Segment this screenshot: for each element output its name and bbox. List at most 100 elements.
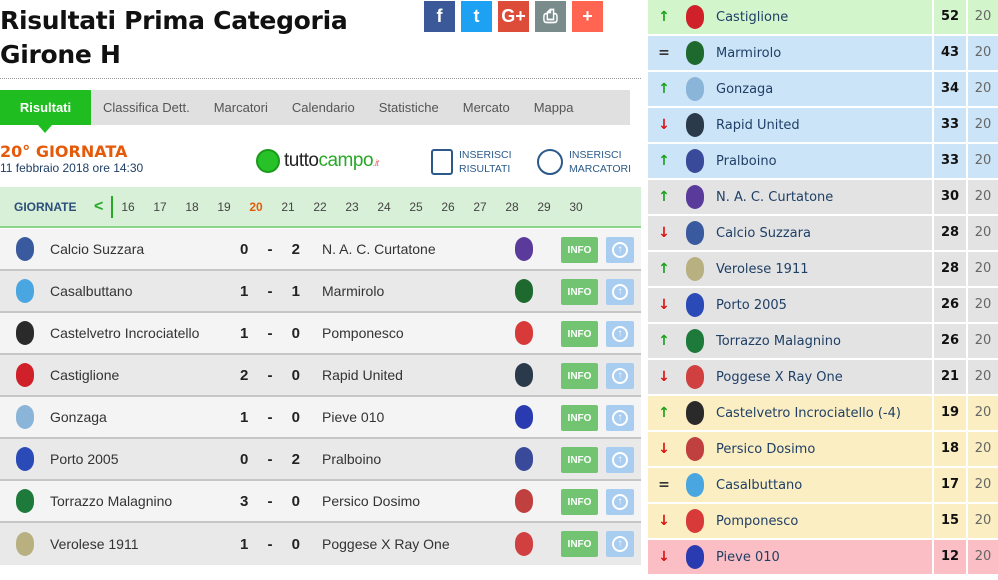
round-number[interactable]: 27	[473, 200, 505, 214]
tab-risultati[interactable]: Risultati	[0, 90, 91, 133]
round-number[interactable]: 17	[153, 200, 185, 214]
team-name[interactable]: Gonzaga	[716, 82, 773, 97]
tab-calendario[interactable]: Calendario	[280, 90, 367, 125]
round-number[interactable]: 28	[505, 200, 537, 214]
round-number[interactable]: 25	[409, 200, 441, 214]
info-button[interactable]: INFO	[561, 531, 598, 557]
team-name[interactable]: Castelvetro Incrociatello (-4)	[716, 406, 901, 421]
standings-row[interactable]: ↓ Pomponesco 15 20	[648, 504, 998, 538]
team-name[interactable]: Pieve 010	[716, 550, 780, 565]
tab-mercato[interactable]: Mercato	[451, 90, 522, 125]
team-crest-icon	[515, 363, 533, 387]
twitter-share-button[interactable]: t	[461, 1, 492, 32]
round-number[interactable]: 23	[345, 200, 377, 214]
expand-button[interactable]: ↑	[606, 321, 634, 347]
info-button[interactable]: INFO	[561, 447, 598, 473]
away-team[interactable]: Persico Dosimo	[322, 493, 420, 509]
standings-row[interactable]: ↓ Persico Dosimo 18 20	[648, 432, 998, 466]
team-name[interactable]: Verolese 1911	[716, 262, 809, 277]
tab-mappa[interactable]: Mappa	[522, 90, 586, 125]
team-name[interactable]: Poggese X Ray One	[716, 370, 843, 385]
standings-row[interactable]: = Marmirolo 43 20	[648, 36, 998, 70]
info-button[interactable]: INFO	[561, 489, 598, 515]
team-name[interactable]: Torrazzo Malagnino	[716, 334, 841, 349]
expand-button[interactable]: ↑	[606, 405, 634, 431]
round-number[interactable]: 19	[217, 200, 249, 214]
away-team[interactable]: Poggese X Ray One	[322, 536, 450, 552]
team-name[interactable]: Castiglione	[716, 10, 788, 25]
standings-row[interactable]: ↑ Castelvetro Incrociatello (-4) 19 20	[648, 396, 998, 430]
away-team[interactable]: Pralboino	[322, 451, 381, 467]
chevron-left-icon[interactable]: <	[94, 198, 103, 216]
info-button[interactable]: INFO	[561, 321, 598, 347]
round-number[interactable]: 21	[281, 200, 313, 214]
standings-row[interactable]: ↑ Torrazzo Malagnino 26 20	[648, 324, 998, 358]
away-team[interactable]: Marmirolo	[322, 283, 384, 299]
home-team[interactable]: Verolese 1911	[50, 536, 138, 552]
round-number[interactable]: 26	[441, 200, 473, 214]
away-team[interactable]: Pomponesco	[322, 325, 404, 341]
team-name[interactable]: N. A. C. Curtatone	[716, 190, 833, 205]
team-name[interactable]: Porto 2005	[716, 298, 787, 313]
facebook-share-button[interactable]: f	[424, 1, 455, 32]
standings-row[interactable]: ↓ Rapid United 33 20	[648, 108, 998, 142]
home-team[interactable]: Castelvetro Incrociatello	[50, 325, 199, 341]
round-number[interactable]: 16	[121, 200, 153, 214]
arrow-up-circle-icon: ↑	[612, 368, 628, 384]
info-button[interactable]: INFO	[561, 405, 598, 431]
expand-button[interactable]: ↑	[606, 279, 634, 305]
away-team[interactable]: N. A. C. Curtatone	[322, 241, 436, 257]
team-name[interactable]: Rapid United	[716, 118, 800, 133]
tab-marcatori[interactable]: Marcatori	[202, 90, 280, 125]
tab-classifica-dett[interactable]: Classifica Dett.	[91, 90, 202, 125]
tab-statistiche[interactable]: Statistiche	[367, 90, 451, 125]
home-team[interactable]: Castiglione	[50, 367, 119, 383]
info-button[interactable]: INFO	[561, 363, 598, 389]
standings-row[interactable]: ↑ Verolese 1911 28 20	[648, 252, 998, 286]
team-name[interactable]: Pralboino	[716, 154, 777, 169]
team-name[interactable]: Calcio Suzzara	[716, 226, 811, 241]
round-number[interactable]: 30	[569, 200, 601, 214]
info-button[interactable]: INFO	[561, 237, 598, 263]
away-team[interactable]: Rapid United	[322, 367, 403, 383]
round-number[interactable]: 18	[185, 200, 217, 214]
standings-row[interactable]: ↑ Pralboino 33 20	[648, 144, 998, 178]
round-header: 20° GIORNATA 11 febbraio 2018 ore 14:30	[0, 143, 143, 176]
expand-button[interactable]: ↑	[606, 363, 634, 389]
expand-button[interactable]: ↑	[606, 237, 634, 263]
standings-row[interactable]: ↓ Poggese X Ray One 21 20	[648, 360, 998, 394]
round-number[interactable]: 29	[537, 200, 569, 214]
expand-button[interactable]: ↑	[606, 447, 634, 473]
home-team[interactable]: Gonzaga	[50, 409, 107, 425]
round-number[interactable]: 24	[377, 200, 409, 214]
team-name[interactable]: Casalbuttano	[716, 478, 802, 493]
team-name[interactable]: Pomponesco	[716, 514, 798, 529]
standings-row[interactable]: ↓ Calcio Suzzara 28 20	[648, 216, 998, 250]
round-number[interactable]: 20	[249, 200, 281, 214]
print-share-button[interactable]: ⎙	[535, 1, 566, 32]
home-team[interactable]: Casalbuttano	[50, 283, 133, 299]
standings-row[interactable]: ↓ Porto 2005 26 20	[648, 288, 998, 322]
home-team[interactable]: Calcio Suzzara	[50, 241, 144, 257]
twitter-icon: t	[473, 6, 480, 26]
team-name[interactable]: Persico Dosimo	[716, 442, 815, 457]
away-team[interactable]: Pieve 010	[322, 409, 384, 425]
more-plus-share-button[interactable]: +	[572, 1, 603, 32]
home-team[interactable]: Porto 2005	[50, 451, 119, 467]
home-team[interactable]: Torrazzo Malagnino	[50, 493, 172, 509]
team-name[interactable]: Marmirolo	[716, 46, 781, 61]
standings-row[interactable]: = Casalbuttano 17 20	[648, 468, 998, 502]
insert-results-link[interactable]: INSERISCI RISULTATI	[431, 148, 512, 176]
standings-row[interactable]: ↑ N. A. C. Curtatone 30 20	[648, 180, 998, 214]
tuttocampo-logo[interactable]: tuttocampo.it	[256, 149, 379, 173]
round-number[interactable]: 22	[313, 200, 345, 214]
standings-row[interactable]: ↓ Pieve 010 12 20	[648, 540, 998, 574]
insert-scorers-link[interactable]: INSERISCI MARCATORI	[537, 148, 631, 176]
standings-row[interactable]: ↑ Castiglione 52 20	[648, 0, 998, 34]
expand-button[interactable]: ↑	[606, 531, 634, 557]
info-button[interactable]: INFO	[561, 279, 598, 305]
standings-row[interactable]: ↑ Gonzaga 34 20	[648, 72, 998, 106]
home-score: 1	[240, 324, 249, 342]
google-plus-share-button[interactable]: G+	[498, 1, 529, 32]
expand-button[interactable]: ↑	[606, 489, 634, 515]
